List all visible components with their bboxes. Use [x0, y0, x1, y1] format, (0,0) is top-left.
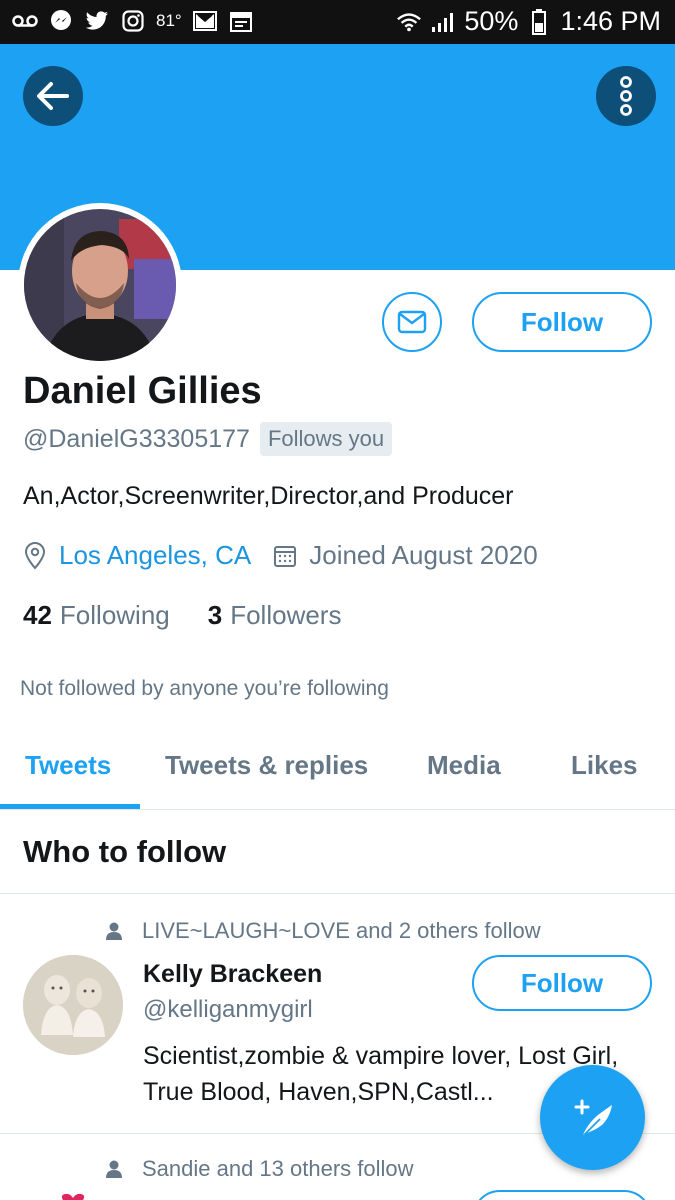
battery-icon	[526, 8, 552, 35]
status-bar: 81° 50% 1:46 PM	[0, 0, 675, 44]
social-context-text: LIVE~LAUGH~LOVE and 2 others follow	[142, 918, 541, 943]
clock: 1:46 PM	[560, 6, 661, 36]
temperature: 81°	[156, 11, 182, 30]
profile-tabs: Tweets Tweets & replies Media Likes	[0, 730, 675, 810]
suggestion-avatar[interactable]	[23, 955, 123, 1055]
profile-meta: Los Angeles, CA Joined August 2020	[23, 540, 538, 571]
tab-tweets[interactable]: Tweets	[25, 750, 111, 781]
followers-label[interactable]: Followers	[230, 600, 341, 631]
tab-media[interactable]: Media	[427, 750, 501, 781]
signal-icon	[430, 9, 456, 35]
follow-button[interactable]: Follow	[472, 292, 652, 352]
profile-name: Daniel Gillies	[23, 370, 262, 412]
followers-count[interactable]: 3	[208, 600, 222, 631]
location-link[interactable]: Los Angeles, CA	[59, 540, 251, 571]
calendar-icon	[274, 545, 297, 567]
profile-bio: An,Actor,Screenwriter,Director,and Produ…	[23, 482, 514, 510]
handle-row: @DanielG33305177 Follows you	[23, 422, 393, 456]
joined-date: Joined August 2020	[309, 540, 538, 570]
arrow-left-icon	[37, 82, 69, 110]
profile-handle: @DanielG33305177	[23, 424, 250, 453]
tab-likes[interactable]: Likes	[571, 750, 638, 781]
person-icon	[106, 922, 122, 940]
messenger-icon	[48, 8, 74, 34]
person-icon	[106, 1160, 122, 1178]
wifi-icon	[396, 9, 422, 35]
profile-photo	[24, 209, 176, 361]
location-pin-icon	[24, 541, 46, 569]
more-options-button[interactable]	[596, 66, 656, 126]
heart-icon	[61, 1193, 85, 1200]
who-to-follow-heading: Who to follow	[23, 834, 227, 869]
more-vertical-icon	[620, 76, 632, 116]
following-label[interactable]: Following	[60, 600, 170, 631]
divider	[0, 893, 675, 894]
message-button[interactable]	[382, 292, 442, 352]
gmail-icon	[192, 8, 218, 34]
compose-tweet-button[interactable]	[540, 1065, 645, 1170]
instagram-icon	[120, 8, 146, 34]
twitter-icon	[84, 8, 110, 34]
social-context-text: Sandie and 13 others follow	[142, 1156, 414, 1181]
profile-avatar[interactable]	[18, 203, 182, 367]
tab-tweets-replies[interactable]: Tweets & replies	[165, 750, 368, 781]
back-button[interactable]	[23, 66, 83, 126]
follows-you-badge: Follows you	[259, 422, 393, 456]
compose-feather-icon	[574, 1099, 612, 1138]
social-context: Sandie and 13 others follow	[104, 1156, 414, 1182]
not-followed-note: Not followed by anyone you’re following	[20, 677, 389, 700]
suggestion-name[interactable]: Kelly Brackeen	[143, 960, 322, 989]
suggestion-handle[interactable]: @kelliganmygirl	[143, 996, 313, 1024]
suggestion-follow-button[interactable]: Follow	[472, 955, 652, 1011]
mail-icon	[397, 310, 427, 334]
active-tab-indicator	[0, 804, 140, 809]
social-context: LIVE~LAUGH~LOVE and 2 others follow	[104, 918, 541, 944]
follow-counts: 42 Following 3 Followers	[23, 600, 341, 631]
suggestion-follow-button[interactable]	[472, 1190, 652, 1200]
calendar-icon	[228, 8, 254, 34]
following-count[interactable]: 42	[23, 600, 52, 631]
voicemail-icon	[12, 8, 38, 34]
battery-percent: 50%	[464, 6, 519, 36]
